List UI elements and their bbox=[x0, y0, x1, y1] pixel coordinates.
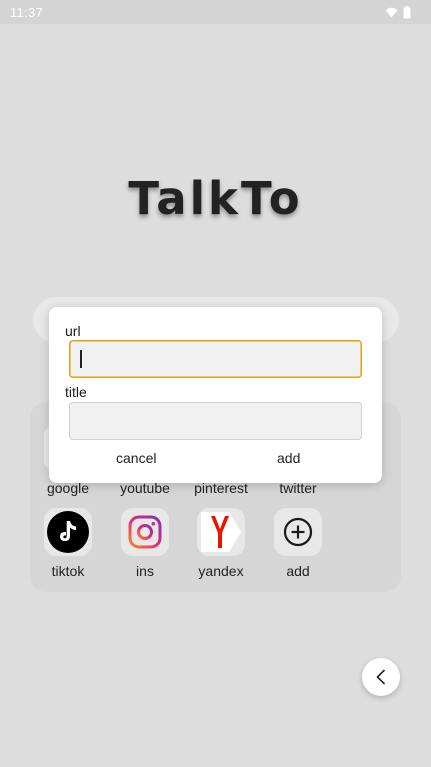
app-title: TalkTo bbox=[128, 172, 303, 225]
shortcut-label: tiktok bbox=[51, 563, 85, 579]
text-caret bbox=[80, 350, 82, 368]
instagram-icon bbox=[121, 508, 169, 556]
title-label: title bbox=[65, 384, 87, 400]
status-bar: 11:37 bbox=[0, 0, 431, 24]
shortcut-label: add bbox=[286, 563, 310, 579]
shortcut-label: yandex bbox=[198, 563, 244, 579]
shortcut-yandex[interactable]: yandex bbox=[183, 508, 259, 579]
wifi-icon bbox=[385, 7, 398, 17]
status-icons bbox=[385, 5, 411, 19]
shortcut-tiktok[interactable]: tiktok bbox=[30, 508, 106, 579]
add-shortcut-dialog: url title cancel add bbox=[49, 307, 382, 483]
shortcut-ins[interactable]: ins bbox=[107, 508, 183, 579]
back-button[interactable] bbox=[362, 658, 400, 696]
url-input[interactable] bbox=[69, 340, 362, 378]
chevron-left-icon bbox=[376, 669, 385, 685]
shortcut-add[interactable]: add bbox=[260, 508, 336, 579]
tiktok-icon bbox=[44, 508, 92, 556]
url-label: url bbox=[65, 323, 81, 339]
cancel-button[interactable]: cancel bbox=[116, 450, 156, 466]
shortcut-label: ins bbox=[136, 563, 154, 579]
title-input[interactable] bbox=[69, 402, 362, 440]
add-button[interactable]: add bbox=[277, 450, 300, 466]
status-time: 11:37 bbox=[10, 4, 44, 20]
add-circle-icon bbox=[274, 508, 322, 556]
yandex-icon bbox=[197, 508, 245, 556]
battery-icon bbox=[403, 5, 411, 18]
